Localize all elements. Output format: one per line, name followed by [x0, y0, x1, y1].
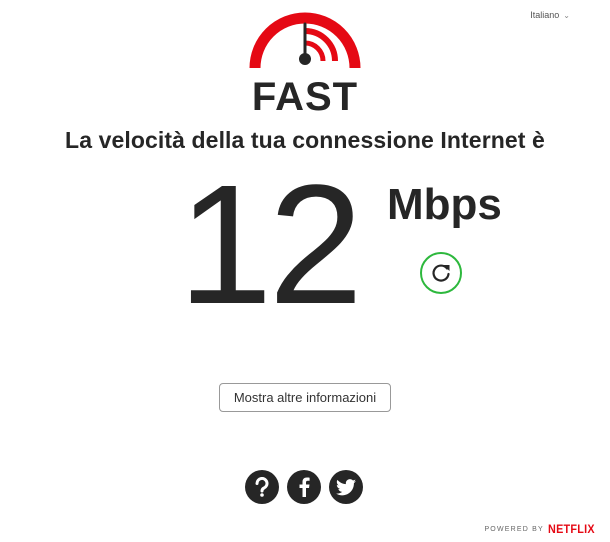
chevron-down-icon: ⌄	[563, 10, 570, 20]
fast-logo: FAST	[247, 6, 363, 116]
facebook-button[interactable]	[287, 470, 321, 504]
logo-text: FAST	[252, 75, 358, 116]
refresh-button[interactable]	[420, 252, 462, 294]
facebook-icon	[299, 477, 310, 497]
twitter-button[interactable]	[329, 470, 363, 504]
fast-speed-test-page: Italiano ⌄ FAST La velocità della tua co…	[0, 0, 610, 542]
language-selector[interactable]: Italiano ⌄	[530, 10, 570, 20]
powered-by-footer[interactable]: POWERED BY NETFLIX	[484, 522, 600, 536]
speed-unit: Mbps	[387, 180, 502, 229]
question-icon	[255, 477, 269, 497]
language-label: Italiano	[530, 10, 560, 20]
netflix-logo: NETFLIX	[547, 522, 595, 536]
refresh-icon	[432, 264, 450, 282]
more-info-button[interactable]: Mostra altre informazioni	[219, 383, 391, 412]
speed-value: 12	[178, 150, 363, 340]
help-button[interactable]	[245, 470, 279, 504]
twitter-icon	[336, 478, 356, 495]
social-links	[245, 470, 363, 504]
powered-by-label: POWERED BY	[484, 525, 544, 533]
